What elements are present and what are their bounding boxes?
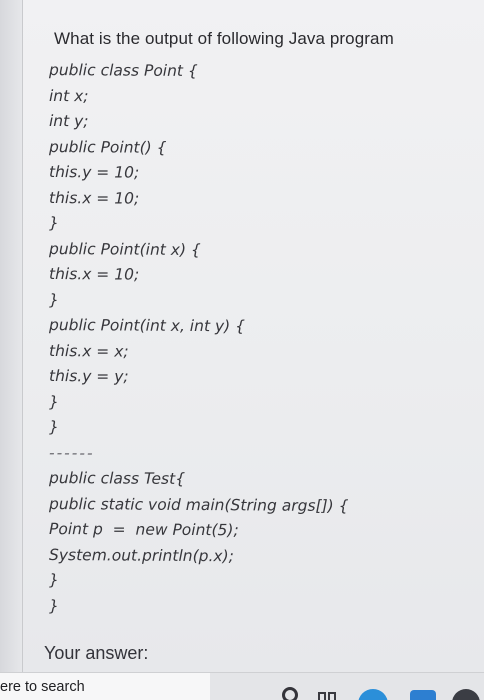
- code-line: public static void main(String args[]) {: [49, 494, 349, 515]
- code-separator: ------: [49, 443, 95, 462]
- cortana-icon[interactable]: [282, 687, 298, 700]
- taskbar-search-placeholder: ere to search: [0, 679, 85, 695]
- code-line: public class Point {: [49, 61, 198, 81]
- task-view-icon[interactable]: [318, 692, 336, 700]
- window-left-edge: [0, 0, 22, 672]
- java-code-block: public class Point { int x; int y; publi…: [49, 58, 348, 621]
- taskbar-search-box[interactable]: ere to search: [0, 673, 210, 700]
- store-app-icon[interactable]: [410, 690, 436, 700]
- code-line: }: [49, 571, 59, 590]
- code-line: Point p = new Point(5);: [49, 520, 239, 540]
- code-line: this.x = 10;: [49, 265, 140, 284]
- code-line: int x;: [49, 86, 89, 105]
- question-title: What is the output of following Java pro…: [54, 29, 394, 48]
- code-line: public Point(int x, int y) {: [49, 316, 245, 336]
- code-line: public Point(int x) {: [49, 239, 201, 259]
- code-line: this.y = 10;: [49, 163, 140, 182]
- chrome-browser-icon[interactable]: [452, 689, 480, 700]
- code-line: int y;: [49, 112, 89, 131]
- code-line: this.x = 10;: [49, 188, 140, 208]
- code-line: }: [49, 392, 59, 411]
- taskbar: ere to search: [0, 672, 484, 700]
- code-line: }: [49, 418, 59, 437]
- code-line: }: [49, 596, 59, 615]
- edge-browser-icon[interactable]: [358, 689, 388, 700]
- code-line: public Point() {: [49, 137, 167, 157]
- code-line: }: [49, 290, 59, 309]
- code-line: public class Test{: [49, 469, 186, 488]
- code-line: this.y = y;: [49, 367, 129, 386]
- code-line: System.out.println(p.x);: [49, 545, 234, 565]
- code-line: this.x = x;: [49, 341, 129, 361]
- code-line: }: [49, 214, 59, 233]
- answer-label: Your answer:: [44, 643, 149, 663]
